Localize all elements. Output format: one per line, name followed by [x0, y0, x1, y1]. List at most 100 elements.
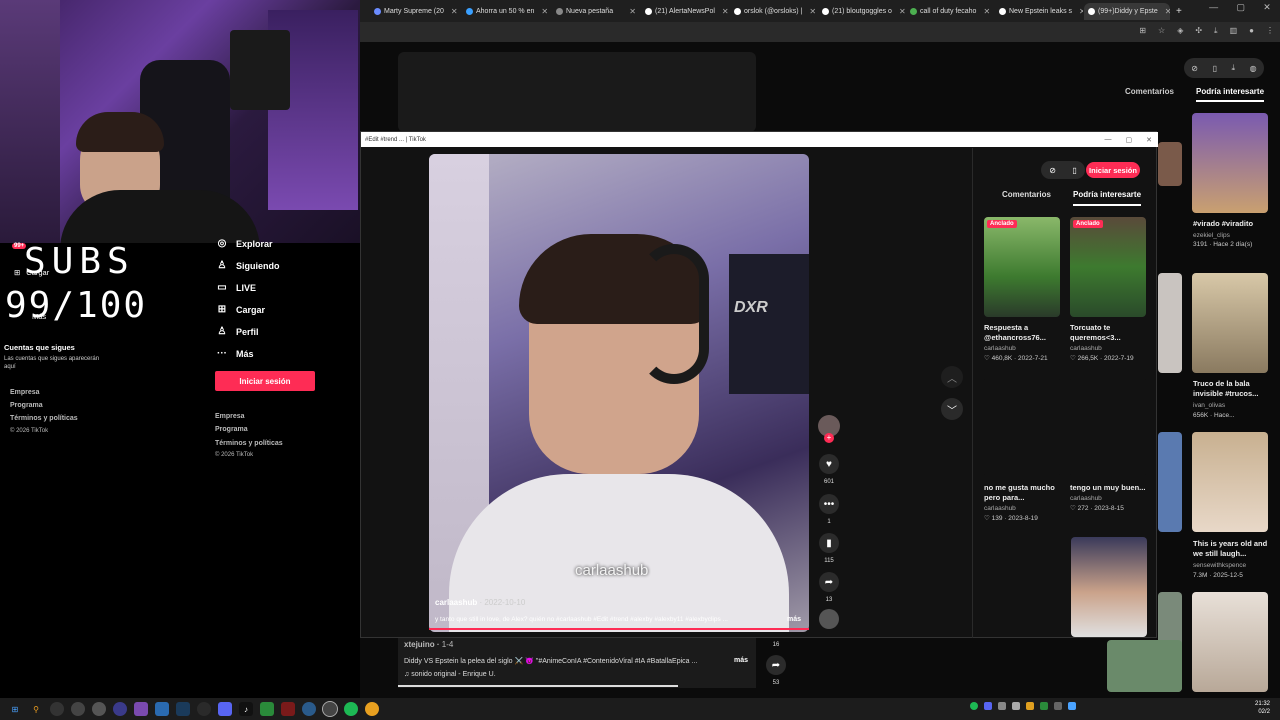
- profile-icon[interactable]: ●: [1249, 26, 1254, 36]
- suggested-thumbnail[interactable]: [1192, 592, 1268, 692]
- phone-icon[interactable]: ▯: [1072, 166, 1076, 175]
- browser-tab[interactable]: Marty Supreme (20 ✕: [370, 3, 460, 20]
- sidepanel-icon[interactable]: ▥: [1230, 26, 1238, 36]
- share-icon[interactable]: ➦: [766, 655, 786, 675]
- follow-plus-icon[interactable]: +: [824, 433, 834, 443]
- app-icon[interactable]: [260, 702, 274, 716]
- suggested-card[interactable]: tengo un muy buen... carlaashub ♡ 272 · …: [1070, 377, 1146, 512]
- puzzle-icon[interactable]: ✣: [1195, 26, 1202, 36]
- close-window-icon[interactable]: ✕: [1263, 2, 1271, 18]
- search-icon[interactable]: ⚲: [29, 702, 43, 716]
- browser-tab[interactable]: call of duty fecaho ✕: [906, 3, 994, 20]
- browser-tab[interactable]: Nueva pestaña ✕: [552, 3, 640, 20]
- suggested-card[interactable]: Anclado Respuesta a @ethancross76... car…: [984, 217, 1060, 362]
- obs-icon[interactable]: [322, 701, 338, 717]
- minimize-icon[interactable]: —: [1209, 2, 1218, 18]
- close-icon[interactable]: ✕: [625, 7, 636, 16]
- browser-tab[interactable]: (21) AlertaNewsPol ✕: [641, 3, 729, 20]
- card-thumbnail[interactable]: [1070, 377, 1146, 477]
- compass-icon[interactable]: ⊘: [1049, 166, 1056, 175]
- sidebar-item-explorar[interactable]: ◎ Explorar: [216, 238, 273, 249]
- install-icon[interactable]: ⊞: [1139, 26, 1146, 36]
- address-bar[interactable]: ⊞ ☆ ◈ ✣ ⤓ ▥ ● ⋮: [360, 22, 1280, 42]
- like-button[interactable]: ♥: [819, 454, 839, 474]
- suggested-title[interactable]: Truco de la bala invisible #trucos...: [1193, 379, 1273, 399]
- close-icon[interactable]: ✕: [718, 7, 729, 16]
- bg-tab-suggested[interactable]: Podría interesarte: [1196, 87, 1265, 102]
- video-progress[interactable]: [429, 628, 809, 630]
- bg-thumbnail[interactable]: [1158, 432, 1182, 532]
- tray-icon[interactable]: [998, 702, 1006, 710]
- suggested-author[interactable]: sensewithkspence: [1193, 562, 1273, 569]
- card-author[interactable]: carlaashub: [984, 505, 1060, 512]
- video-player[interactable]: DXR carlaashub carlaashub · 2022-10-10 y…: [429, 154, 809, 632]
- footer-link[interactable]: Empresa: [215, 413, 245, 420]
- suggested-title[interactable]: This is years old and we still laugh...: [1193, 539, 1273, 559]
- app-icon[interactable]: [92, 702, 106, 716]
- spotify-icon[interactable]: [344, 702, 358, 716]
- browser-tab[interactable]: Ahorra un 50 % en ✕: [462, 3, 550, 20]
- tray-icon[interactable]: [1068, 702, 1076, 710]
- compass-icon[interactable]: ⊘: [1191, 64, 1198, 73]
- close-icon[interactable]: ✕: [895, 7, 906, 16]
- maximize-icon[interactable]: ▢: [1126, 136, 1133, 144]
- close-icon[interactable]: ✕: [1075, 7, 1083, 16]
- card-author[interactable]: carlaashub: [984, 345, 1060, 352]
- bg-progress[interactable]: [398, 685, 678, 687]
- new-tab-button[interactable]: +: [1172, 3, 1186, 20]
- post-sound[interactable]: ♫ sonido original - Enrique U.: [404, 671, 496, 678]
- bg-thumbnail[interactable]: [1158, 142, 1182, 186]
- footer-link[interactable]: Empresa: [10, 389, 40, 396]
- bg-tab-comments[interactable]: Comentarios: [1125, 87, 1174, 96]
- card-thumbnail[interactable]: Anclado: [1070, 217, 1146, 317]
- more-link[interactable]: más: [787, 616, 801, 623]
- tab-comments[interactable]: Comentarios: [1002, 190, 1051, 199]
- chrome-icon[interactable]: [365, 702, 379, 716]
- download-icon[interactable]: ⤓: [1232, 63, 1236, 73]
- more-link[interactable]: más: [734, 657, 748, 664]
- suggested-card[interactable]: no me gusta mucho pero para... carlaashu…: [984, 377, 1060, 522]
- card-thumbnail[interactable]: [984, 377, 1060, 477]
- sidebar-item-mas[interactable]: ··· Más: [216, 348, 254, 359]
- discord-icon[interactable]: [218, 702, 232, 716]
- suggested-thumbnail[interactable]: [1192, 273, 1268, 373]
- card-thumbnail[interactable]: Anclado: [984, 217, 1060, 317]
- sidebar-item-cargar[interactable]: ⊞ Cargar: [216, 304, 265, 315]
- card-author[interactable]: carlaashub: [1070, 495, 1146, 502]
- share-button[interactable]: ➦: [819, 572, 839, 592]
- app-icon[interactable]: [281, 702, 295, 716]
- extension-icon[interactable]: ◈: [1177, 26, 1183, 36]
- clock[interactable]: 21:32 02/2: [1220, 700, 1270, 716]
- app-icon[interactable]: [71, 702, 85, 716]
- tray-icon[interactable]: [1054, 702, 1062, 710]
- suggested-author[interactable]: ezekiel_clips: [1193, 232, 1273, 239]
- browser-tab-active[interactable]: (99+)Diddy y Epste ✕: [1084, 3, 1170, 20]
- close-icon[interactable]: ✕: [979, 7, 990, 16]
- app-icon[interactable]: [155, 702, 169, 716]
- windows-start-icon[interactable]: ⊞: [8, 702, 22, 716]
- next-video-button[interactable]: ﹀: [941, 398, 963, 420]
- suggested-thumbnail[interactable]: [1192, 432, 1268, 532]
- tiktok-icon[interactable]: ♪: [239, 702, 253, 716]
- tray-icon[interactable]: [1040, 702, 1048, 710]
- maximize-icon[interactable]: ▢: [1236, 2, 1245, 18]
- suggested-title[interactable]: #virado #viradito: [1193, 219, 1273, 229]
- popup-login-button[interactable]: Iniciar sesión: [1086, 162, 1140, 178]
- sound-avatar[interactable]: [819, 609, 839, 629]
- menu-icon[interactable]: ⋮: [1266, 26, 1274, 36]
- download-icon[interactable]: ⤓: [1214, 26, 1218, 36]
- tab-suggested[interactable]: Podría interesarte: [1073, 190, 1142, 206]
- suggested-author[interactable]: ivan_olivas: [1193, 402, 1273, 409]
- close-icon[interactable]: ✕: [537, 7, 548, 16]
- steam-icon[interactable]: [176, 702, 190, 716]
- close-icon[interactable]: ✕: [447, 7, 458, 16]
- footer-link[interactable]: Programa: [215, 426, 248, 433]
- tray-icon[interactable]: [1012, 702, 1020, 710]
- browser-tab[interactable]: (21) bloutgoggles o ✕: [818, 3, 906, 20]
- suggested-card[interactable]: Anclado Torcuato te queremos<3... carlaa…: [1070, 217, 1146, 362]
- prev-video-button[interactable]: ︿: [941, 366, 963, 388]
- footer-link[interactable]: Términos y políticas: [10, 415, 78, 422]
- browser-tab[interactable]: orslok (@orsloks) | ✕: [730, 3, 818, 20]
- minimize-icon[interactable]: —: [1105, 136, 1112, 144]
- close-icon[interactable]: ✕: [1161, 7, 1170, 16]
